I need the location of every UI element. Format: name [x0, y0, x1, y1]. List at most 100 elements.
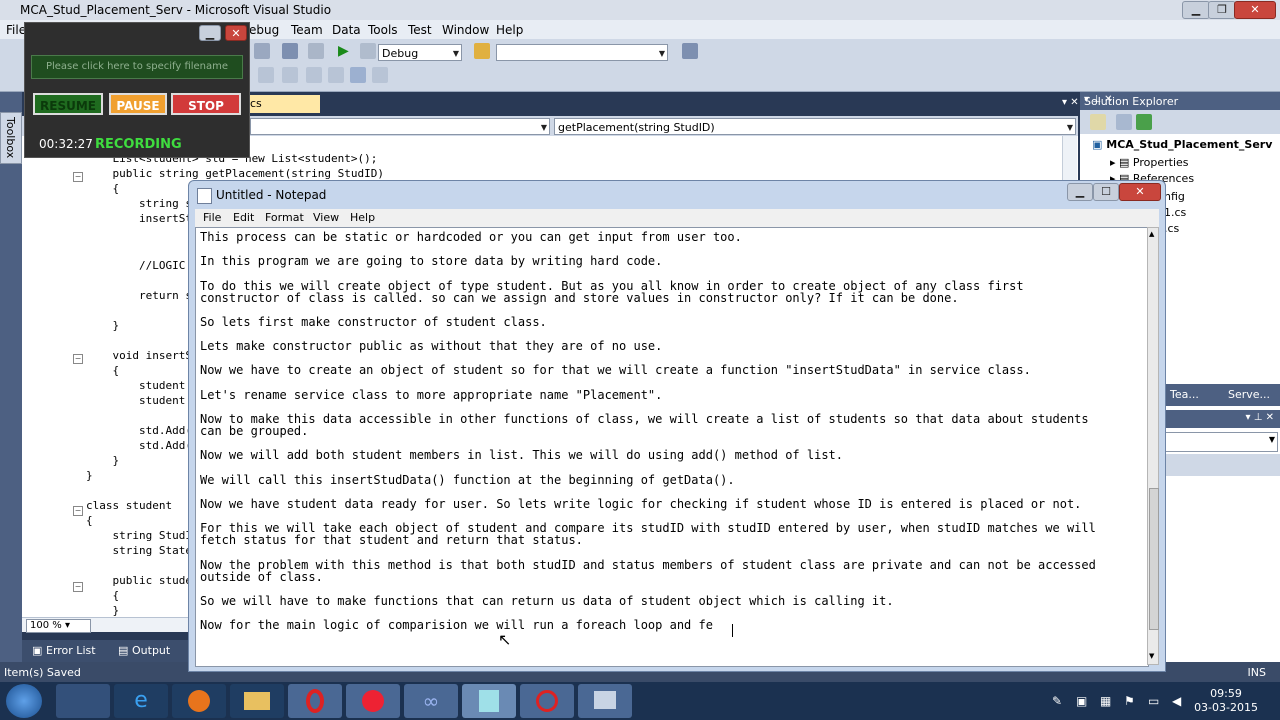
collapse-icon[interactable]: − — [73, 582, 83, 592]
resume-button[interactable]: RESUME — [33, 93, 103, 115]
properties-icon[interactable] — [682, 43, 698, 59]
chevron-down-icon: ▼ — [540, 123, 547, 132]
stop-button[interactable]: STOP — [171, 93, 241, 115]
insert-mode-indicator: INS — [1247, 666, 1266, 679]
menu-team[interactable]: Team — [291, 23, 323, 37]
pin-close-icon[interactable]: ▾ ⊥ ✕ — [1246, 412, 1274, 423]
notepad-text-area[interactable]: This process can be static or hardcoded … — [195, 227, 1149, 667]
tray-flag-icon[interactable]: ⚑ — [1124, 694, 1138, 708]
folder-icon[interactable] — [474, 43, 490, 59]
taskbar-explorer-icon[interactable] — [56, 684, 110, 718]
menu-help[interactable]: Help — [496, 23, 523, 37]
code-line: student — [86, 394, 186, 407]
collapse-icon[interactable]: − — [73, 354, 83, 364]
notepad-menu-edit[interactable]: Edit — [233, 211, 254, 224]
tree-item-cs-file[interactable]: .cs — [1164, 222, 1179, 235]
recorder-filename-field[interactable]: Please click here to specify filename — [31, 55, 243, 79]
solution-platform-combo[interactable]: ▼ — [496, 44, 668, 61]
show-all-files-icon[interactable] — [1116, 114, 1132, 130]
tree-item-properties[interactable]: ▸ ▤ Properties — [1110, 156, 1189, 169]
menu-data[interactable]: Data — [332, 23, 361, 37]
vs-window-title: MCA_Stud_Placement_Serv - Microsoft Visu… — [20, 3, 332, 17]
tray-network-icon[interactable]: ▦ — [1100, 694, 1114, 708]
notepad-minimize-button[interactable]: ▁ — [1067, 183, 1093, 201]
tray-language-icon[interactable]: ▣ — [1076, 694, 1090, 708]
notepad-scroll-thumb[interactable] — [1149, 488, 1159, 630]
pause-button[interactable]: PAUSE — [109, 93, 167, 115]
notepad-line: Now the problem with this method is that… — [200, 558, 1096, 572]
toolbox-tab[interactable]: Toolbox — [0, 112, 22, 164]
menu-debug[interactable]: ebug — [249, 23, 279, 37]
tray-pen-icon[interactable]: ✎ — [1052, 694, 1066, 708]
undo-icon[interactable] — [254, 43, 270, 59]
taskbar-folder-icon[interactable] — [230, 684, 284, 718]
recorder-close-button[interactable]: ✕ — [225, 25, 247, 41]
taskbar-visual-studio-icon[interactable]: ∞ — [404, 684, 458, 718]
tab-error-list[interactable]: Error List — [46, 644, 96, 657]
taskbar-firefox-icon[interactable] — [172, 684, 226, 718]
tree-item-config[interactable]: nfig — [1164, 190, 1185, 203]
member-combo[interactable]: getPlacement(string StudID) ▼ — [554, 118, 1076, 135]
collapse-icon[interactable]: − — [73, 172, 83, 182]
config-icon[interactable] — [360, 43, 376, 59]
notepad-maximize-button[interactable]: ☐ — [1093, 183, 1119, 201]
document-tab-close-icon[interactable]: ▾ ✕ — [1062, 97, 1079, 108]
uncomment-icon[interactable] — [328, 67, 344, 83]
properties-icon[interactable] — [1090, 114, 1106, 130]
recorder-minimize-button[interactable]: ▁ — [199, 25, 221, 41]
notepad-menu-view[interactable]: View — [313, 211, 339, 224]
refresh-icon[interactable] — [1136, 114, 1152, 130]
vs-restore-button[interactable]: ❐ — [1208, 1, 1236, 19]
menu-test[interactable]: Test — [408, 23, 432, 37]
taskbar-ie-icon[interactable]: e — [114, 684, 168, 718]
taskbar-computer-icon[interactable] — [578, 684, 632, 718]
notepad-menu-help[interactable]: Help — [350, 211, 375, 224]
redo-icon[interactable] — [308, 43, 324, 59]
taskbar-notepad-icon[interactable] — [462, 684, 516, 718]
comment-icon[interactable] — [306, 67, 322, 83]
type-combo[interactable]: ▼ — [250, 118, 550, 135]
pin-close-icon[interactable]: ▾ ⊥ ✕ — [1084, 94, 1274, 105]
chevron-down-icon: ▼ — [452, 49, 459, 58]
navigate-icon[interactable] — [282, 43, 298, 59]
notepad-menu-format[interactable]: Format — [265, 211, 304, 224]
vs-title-bar: MCA_Stud_Placement_Serv - Microsoft Visu… — [0, 0, 1280, 20]
taskbar-recorder-icon[interactable] — [520, 684, 574, 718]
notepad-menu-file[interactable]: File — [203, 211, 221, 224]
text-caret — [732, 624, 733, 637]
start-button[interactable] — [6, 684, 42, 718]
code-line: public string getPlacement(string StudID… — [86, 167, 385, 180]
toolbox-strip — [0, 92, 22, 662]
taskbar-opera-icon[interactable] — [288, 684, 342, 718]
solution-configuration-combo[interactable]: Debug ▼ — [378, 44, 462, 61]
bookmark-next-icon[interactable] — [372, 67, 388, 83]
outdent-icon[interactable] — [282, 67, 298, 83]
menu-window[interactable]: Window — [442, 23, 489, 37]
code-line: string StudI — [86, 529, 192, 542]
tree-item-cs-file[interactable]: 1.cs — [1164, 206, 1186, 219]
tray-volume-icon[interactable]: ◀ — [1172, 694, 1186, 708]
tab-team-explorer[interactable]: Tea... — [1170, 388, 1199, 401]
collapse-icon[interactable]: − — [73, 506, 83, 516]
zoom-combo[interactable]: 100 % ▾ — [26, 619, 91, 633]
notepad-scrollbar[interactable]: ▲ ▼ — [1147, 227, 1159, 665]
scroll-up-icon[interactable]: ▲ — [1149, 230, 1154, 238]
folder-icon: ▸ ▤ — [1110, 156, 1130, 169]
indent-icon[interactable] — [258, 67, 274, 83]
tab-output[interactable]: Output — [132, 644, 170, 657]
scroll-down-icon[interactable]: ▼ — [1149, 652, 1154, 660]
tray-display-icon[interactable]: ▭ — [1148, 694, 1162, 708]
bookmark-icon[interactable] — [350, 67, 366, 83]
vs-minimize-button[interactable]: ▁ — [1182, 1, 1210, 19]
notepad-close-button[interactable]: ✕ — [1119, 183, 1161, 201]
start-debugging-icon[interactable]: ▶ — [338, 43, 354, 59]
taskbar-clock[interactable]: 09:59 03-03-2015 — [1194, 687, 1258, 715]
tab-server-explorer[interactable]: Serve... — [1228, 388, 1270, 401]
menu-tools[interactable]: Tools — [368, 23, 398, 37]
project-node[interactable]: ▣ MCA_Stud_Placement_Serv — [1092, 138, 1272, 151]
notepad-line: Let's rename service class to more appro… — [200, 388, 663, 402]
taskbar-app-icon[interactable] — [346, 684, 400, 718]
document-tab[interactable]: cs — [240, 95, 320, 113]
notepad-title: Untitled - Notepad — [216, 188, 327, 202]
vs-close-button[interactable]: ✕ — [1234, 1, 1276, 19]
